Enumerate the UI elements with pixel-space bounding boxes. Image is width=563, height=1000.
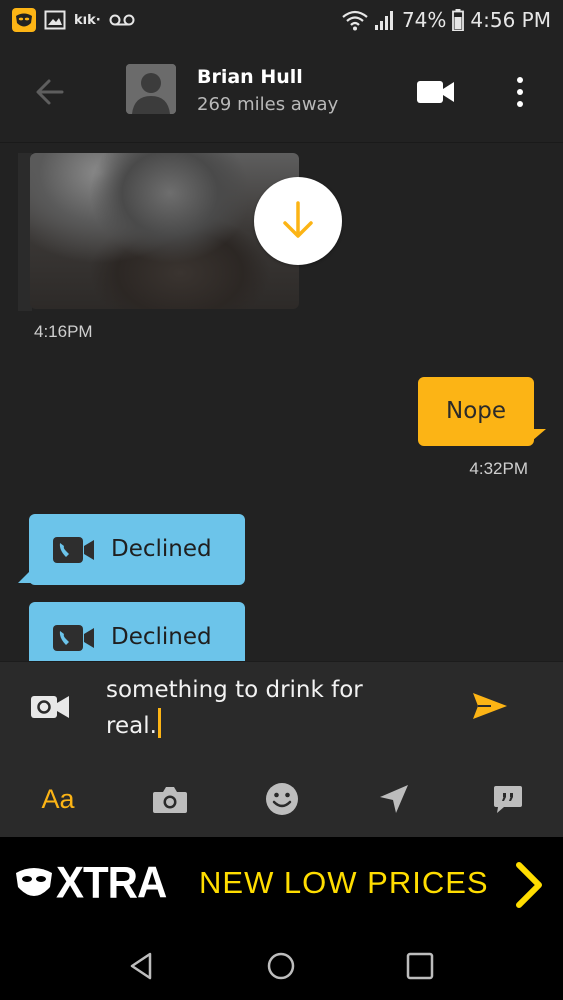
- video-call-message[interactable]: Declined: [29, 514, 245, 585]
- emoji-button[interactable]: [262, 779, 302, 819]
- kik-icon: kık·: [74, 12, 101, 28]
- ad-tagline: NEW LOW PRICES: [199, 865, 489, 900]
- wifi-icon: [342, 10, 368, 31]
- android-navigation-bar: [0, 932, 563, 1000]
- status-bar: kık· 74% 4:56 PM: [0, 0, 563, 40]
- default-profile-icon: [126, 64, 176, 114]
- nav-recents-icon[interactable]: [402, 948, 438, 984]
- text-mode-button[interactable]: Aa: [36, 779, 80, 819]
- video-call-icon: [53, 537, 94, 563]
- nav-back-icon[interactable]: [124, 948, 160, 984]
- battery-icon: [452, 9, 465, 31]
- clock: 4:56 PM: [470, 8, 551, 32]
- call-status-label: Declined: [111, 624, 212, 650]
- signal-icon: [374, 11, 393, 30]
- notification-icons: kık·: [12, 8, 135, 32]
- chat-screen: kık· 74% 4:56 PM Brian Hull 269 miles aw…: [0, 0, 563, 1000]
- more-options-icon[interactable]: [508, 74, 532, 110]
- quote-bubble-icon: [494, 786, 522, 813]
- video-call-icon: [53, 625, 94, 651]
- text-cursor: [157, 708, 161, 738]
- chat-toolbar: Aa: [0, 761, 563, 837]
- download-arrow-icon: [283, 201, 313, 238]
- battery-percent: 74%: [401, 8, 447, 32]
- ad-brand: XTRA: [56, 857, 167, 908]
- contact-name[interactable]: Brian Hull: [197, 66, 303, 88]
- call-status-label: Declined: [111, 536, 212, 562]
- message-composer: something to drink for real.: [0, 661, 563, 762]
- chevron-right-icon: [516, 862, 542, 908]
- grindr-mask-icon: [16, 868, 52, 896]
- message-timestamp: 4:16PM: [34, 322, 93, 341]
- smiley-icon: [266, 783, 298, 815]
- message-list[interactable]: 4:16PM Nope 4:32PM Declined Declined: [0, 143, 563, 661]
- chat-header: Brian Hull 269 miles away: [0, 40, 563, 143]
- saved-phrases-button[interactable]: [488, 779, 528, 819]
- message-timestamp: 4:32PM: [469, 459, 528, 478]
- outgoing-message-text: Nope: [445, 398, 507, 424]
- avatar[interactable]: [126, 64, 176, 114]
- camera-button[interactable]: [150, 779, 190, 819]
- back-arrow-icon[interactable]: [32, 74, 68, 110]
- video-camera-icon[interactable]: [30, 692, 70, 722]
- message-input-text: something to drink for real.: [106, 677, 363, 739]
- location-button[interactable]: [374, 779, 414, 819]
- grindr-icon: [12, 8, 36, 32]
- video-call-message[interactable]: Declined: [29, 602, 245, 661]
- video-call-icon[interactable]: [416, 78, 456, 106]
- download-button[interactable]: [254, 177, 342, 265]
- image-message[interactable]: [18, 153, 342, 311]
- nav-home-icon[interactable]: [263, 948, 299, 984]
- image-icon: [44, 10, 66, 30]
- message-input[interactable]: something to drink for real.: [106, 672, 456, 744]
- outgoing-message[interactable]: Nope: [418, 377, 534, 446]
- send-icon[interactable]: [471, 690, 509, 722]
- system-status: 74% 4:56 PM: [342, 6, 551, 34]
- outgoing-message-tail: [526, 429, 546, 446]
- voicemail-icon: [109, 14, 135, 26]
- location-arrow-icon: [380, 785, 408, 813]
- camera-icon: [153, 787, 187, 813]
- contact-distance: 269 miles away: [197, 94, 339, 115]
- ad-banner[interactable]: XTRA NEW LOW PRICES: [0, 837, 563, 932]
